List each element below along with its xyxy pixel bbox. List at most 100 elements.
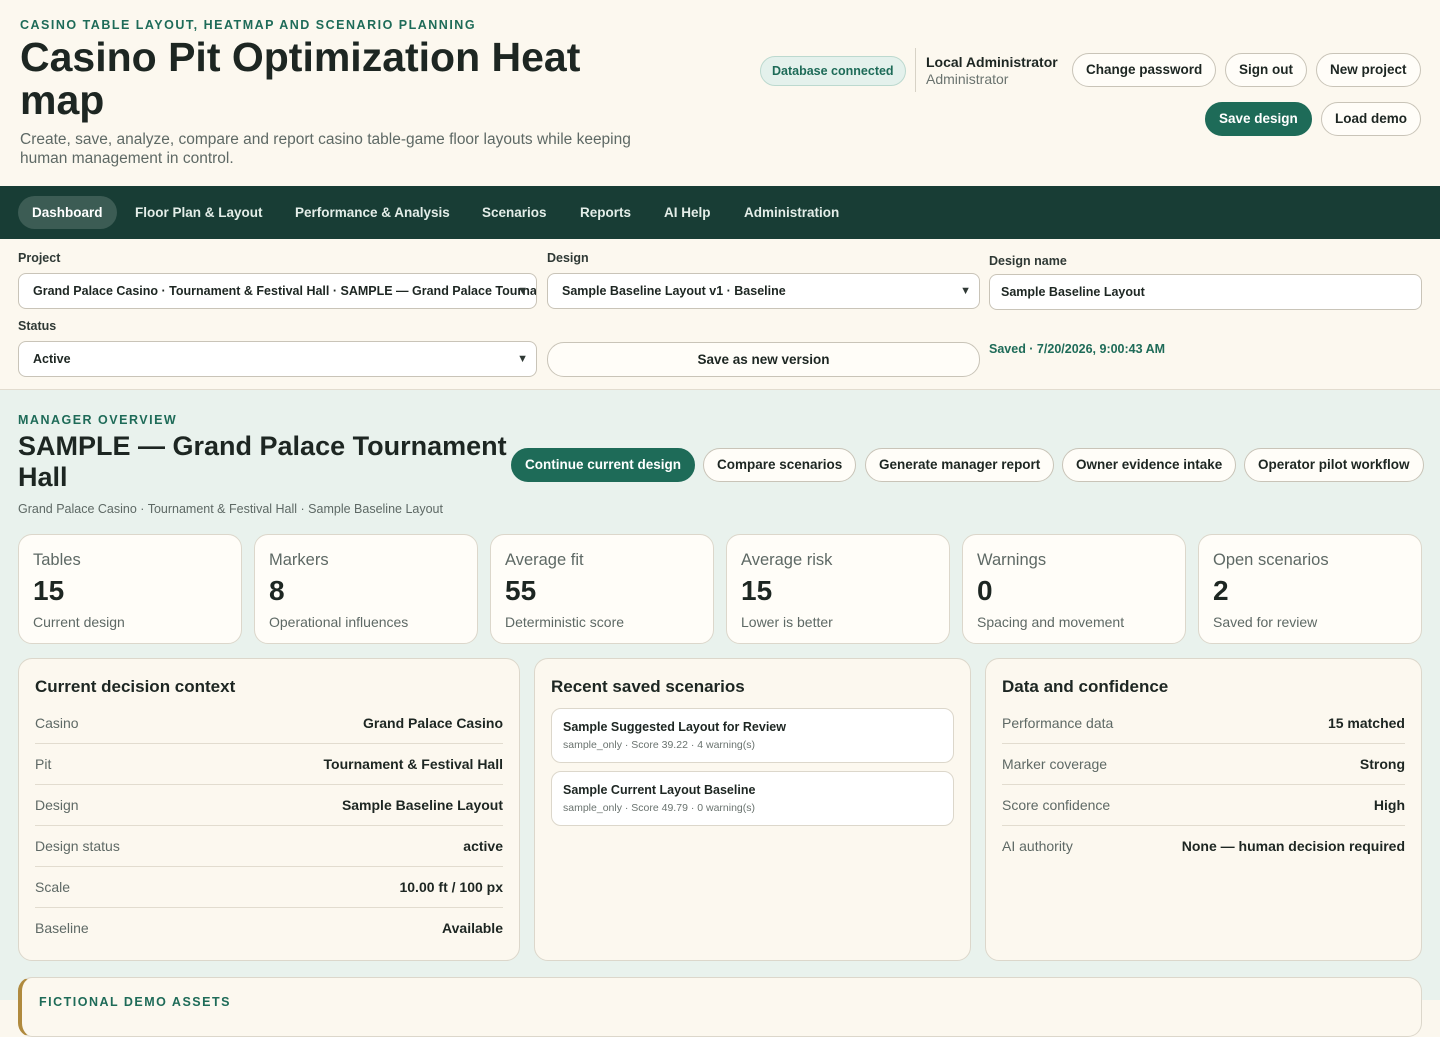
user-divider [915,48,916,92]
context-key: Design [35,797,79,813]
confidence-key: AI authority [1002,838,1073,854]
design-name-input[interactable]: Sample Baseline Layout [989,274,1422,310]
confidence-row-score: Score confidence High [1002,785,1405,826]
chevron-down-icon: ▼ [960,285,971,297]
nav-scenarios[interactable]: Scenarios [468,196,561,229]
database-status-badge: Database connected [760,56,906,86]
data-confidence-card: Data and confidence Performance data 15 … [985,658,1422,961]
confidence-value: None — human decision required [1181,838,1405,854]
nav-ai-help[interactable]: AI Help [650,196,725,229]
project-select-value: Grand Palace Casino · Tournament & Festi… [33,284,537,298]
stat-value: 15 [741,575,773,606]
chevron-down-icon: ▼ [517,285,528,297]
chevron-down-icon: ▼ [517,353,528,365]
stat-note: Deterministic score [505,614,625,630]
stat-value: 55 [505,575,537,606]
stat-card-average-risk: Average risk 15 Lower is better [726,534,950,644]
demo-assets-label: FICTIONAL DEMO ASSETS [39,995,231,1009]
scenario-title: Sample Current Layout Baseline [563,783,756,797]
scenario-meta: sample_only · Score 49.79 · 0 warning(s) [563,802,756,814]
nav-reports[interactable]: Reports [566,196,645,229]
context-key: Scale [35,879,71,895]
confidence-key: Performance data [1002,715,1114,731]
sign-out-button[interactable]: Sign out [1225,53,1307,87]
context-value: Tournament & Festival Hall [323,756,503,772]
save-as-new-version-button[interactable]: Save as new version [547,342,980,377]
confidence-value: Strong [1359,756,1405,772]
recent-scenarios-card: Recent saved scenarios Sample Suggested … [534,658,971,961]
stat-label: Open scenarios [1213,551,1329,569]
stat-card-tables: Tables 15 Current design [18,534,242,644]
status-select-value: Active [33,352,71,366]
confidence-value: 15 matched [1327,715,1405,731]
stat-label: Markers [269,551,329,569]
generate-report-button[interactable]: Generate manager report [865,448,1055,482]
stat-note: Spacing and movement [977,614,1125,630]
change-password-button[interactable]: Change password [1072,53,1217,87]
scenario-item[interactable]: Sample Current Layout Baseline sample_on… [551,771,954,826]
card-title: Recent saved scenarios [551,677,745,696]
context-key: Casino [35,715,79,731]
context-row-pit: Pit Tournament & Festival Hall [35,744,503,785]
stat-label: Warnings [977,551,1047,569]
owner-evidence-button[interactable]: Owner evidence intake [1062,448,1237,482]
context-key: Baseline [35,920,89,936]
scenario-title: Sample Suggested Layout for Review [563,720,786,734]
design-name-value: Sample Baseline Layout [1001,285,1145,299]
app-title: Casino Pit Optimization Heat map [20,34,581,123]
operator-pilot-button[interactable]: Operator pilot workflow [1244,448,1424,482]
app-eyebrow: CASINO TABLE LAYOUT, HEATMAP AND SCENARI… [20,18,477,32]
card-title: Data and confidence [1002,677,1169,696]
stat-value: 15 [33,575,65,606]
demo-assets-panel: FICTIONAL DEMO ASSETS [18,977,1422,1037]
main-nav: Dashboard Floor Plan & Layout Performanc… [0,186,1440,239]
project-label: Project [18,251,61,265]
context-value: 10.00 ft / 100 px [399,879,503,895]
context-value: Available [442,920,503,936]
stat-card-markers: Markers 8 Operational influences [254,534,478,644]
design-name-label: Design name [989,254,1067,268]
continue-design-button[interactable]: Continue current design [511,448,696,482]
confidence-row-performance: Performance data 15 matched [1002,703,1405,744]
context-row-scale: Scale 10.00 ft / 100 px [35,867,503,908]
overview-breadcrumb: Grand Palace Casino · Tournament & Festi… [18,502,443,516]
status-select[interactable]: Active ▼ [18,341,537,377]
stat-value: 2 [1213,575,1229,606]
design-select-value: Sample Baseline Layout v1 · Baseline [562,284,786,298]
stat-label: Average fit [505,551,584,569]
new-project-button[interactable]: New project [1316,53,1421,87]
saved-timestamp: Saved · 7/20/2026, 9:00:43 AM [989,342,1166,356]
card-title: Current decision context [35,677,236,696]
confidence-value: High [1373,797,1405,813]
design-label: Design [547,251,589,265]
nav-dashboard[interactable]: Dashboard [18,196,117,229]
context-value: Grand Palace Casino [362,715,503,731]
decision-context-card: Current decision context Casino Grand Pa… [18,658,520,961]
confidence-key: Score confidence [1002,797,1111,813]
app-header: CASINO TABLE LAYOUT, HEATMAP AND SCENARI… [0,0,1440,186]
context-value: active [463,838,503,854]
user-role: Administrator [926,71,1009,87]
nav-performance[interactable]: Performance & Analysis [281,196,464,229]
compare-scenarios-button[interactable]: Compare scenarios [703,448,857,482]
stat-note: Saved for review [1213,614,1318,630]
design-select[interactable]: Sample Baseline Layout v1 · Baseline ▼ [547,273,980,309]
stat-value: 8 [269,575,285,606]
context-row-baseline: Baseline Available [35,908,503,949]
nav-floor-plan[interactable]: Floor Plan & Layout [121,196,277,229]
context-key: Design status [35,838,120,854]
status-label: Status [18,319,57,333]
nav-administration[interactable]: Administration [730,196,853,229]
context-row-design-status: Design status active [35,826,503,867]
project-select[interactable]: Grand Palace Casino · Tournament & Festi… [18,273,537,309]
load-demo-button[interactable]: Load demo [1321,102,1422,136]
save-design-button[interactable]: Save design [1205,102,1312,136]
stat-note: Current design [33,614,125,630]
scenario-meta: sample_only · Score 39.22 · 4 warning(s) [563,739,756,751]
stat-note: Operational influences [269,614,409,630]
stat-label: Tables [33,551,81,569]
stat-card-average-fit: Average fit 55 Deterministic score [490,534,714,644]
scenario-item[interactable]: Sample Suggested Layout for Review sampl… [551,708,954,763]
confidence-row-ai-authority: AI authority None — human decision requi… [1002,826,1405,867]
stat-value: 0 [977,575,993,606]
